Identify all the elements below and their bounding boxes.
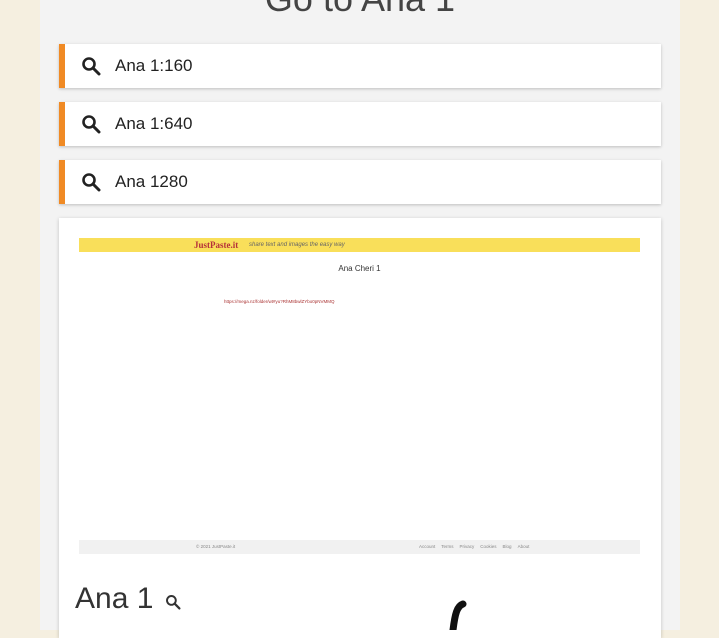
search-result-label: Ana 1:640: [115, 114, 193, 133]
footer-link: Account: [419, 544, 436, 549]
result-card: JustPaste.it share text and images the e…: [59, 218, 661, 638]
thumbnail-tagline: share text and images the easy way: [249, 242, 345, 248]
footer-link: About: [517, 544, 530, 549]
search-result-3[interactable]: Ana 1280: [59, 160, 661, 204]
thumbnail-footer: © 2021 JustPaste.it Account Terms Privacy C…: [79, 540, 640, 554]
card-heading-text: Ana 1: [75, 582, 154, 615]
footer-link: Cookies: [480, 544, 497, 549]
search-result-label: Ana 1:160: [115, 56, 193, 75]
footer-link: Privacy: [459, 544, 475, 549]
search-icon: [82, 57, 101, 76]
thumbnail-footer-links: Account Terms Privacy Cookies Blog About: [419, 540, 535, 554]
search-result-label: Ana 1280: [115, 172, 188, 191]
search-result-2[interactable]: Ana 1:640: [59, 102, 661, 146]
search-icon: [82, 173, 101, 192]
search-result-1[interactable]: Ana 1:160: [59, 44, 661, 88]
thumbnail-link: https://mega.nz/folder/wt#yu?RhM8bwlZYbo…: [224, 299, 335, 304]
justpaste-logo: JustPaste.it: [194, 240, 239, 250]
pen-stroke-mark: [449, 600, 467, 630]
footer-link: Terms: [441, 544, 454, 549]
card-heading: Ana 1: [75, 582, 181, 616]
content-column: Go to Ana 1 Ana 1:160 Ana 1:640 Ana 1280…: [40, 0, 680, 638]
page-thumbnail[interactable]: JustPaste.it share text and images the e…: [79, 238, 640, 554]
search-icon[interactable]: [165, 594, 181, 610]
footer-link: Blog: [502, 544, 512, 549]
search-icon: [82, 115, 101, 134]
thumbnail-copyright: © 2021 JustPaste.it: [196, 544, 236, 549]
thumbnail-title: Ana Cheri 1: [338, 264, 381, 273]
page-title: Go to Ana 1: [40, 0, 680, 20]
thumbnail-header: JustPaste.it share text and images the e…: [79, 238, 640, 252]
